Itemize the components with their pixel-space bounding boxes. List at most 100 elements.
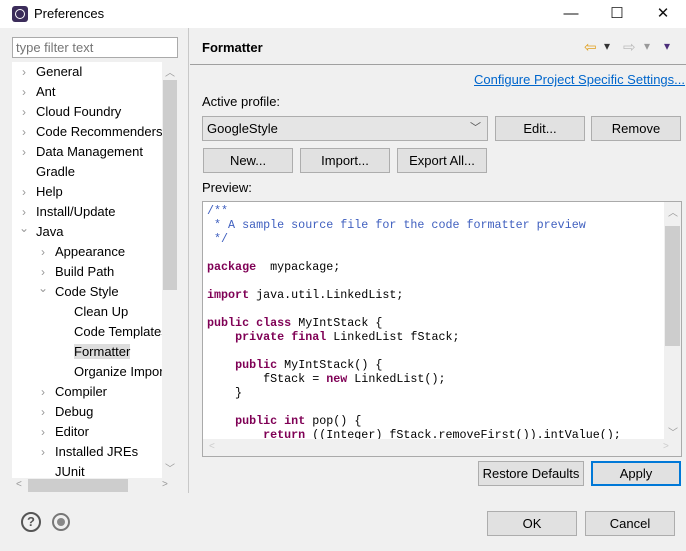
- chevron-right-icon[interactable]: ›: [37, 442, 49, 462]
- tree-item[interactable]: › Appearance: [31, 242, 125, 262]
- code-token: int: [284, 414, 306, 428]
- tree-item[interactable]: ⌄ Java: [12, 221, 64, 242]
- tree-item-label: Ant: [36, 84, 56, 99]
- code-line: public int pop() {: [207, 414, 621, 428]
- code-line: /**: [207, 204, 621, 218]
- tree-item-label: Code Templates: [74, 324, 168, 339]
- tree-item[interactable]: › Ant: [12, 82, 56, 102]
- tree-item[interactable]: Formatter: [50, 342, 131, 362]
- filter-input[interactable]: [12, 37, 178, 58]
- tree-item[interactable]: › Installed JREs: [31, 442, 138, 462]
- apply-button[interactable]: Apply: [591, 461, 681, 486]
- chevron-down-icon[interactable]: ⌄: [37, 278, 49, 298]
- code-line: fStack = new LinkedList();: [207, 372, 621, 386]
- tree-item-label: Data Management: [36, 144, 143, 159]
- chevron-right-icon[interactable]: ›: [37, 242, 49, 262]
- code-line: }: [207, 386, 621, 400]
- header-divider: [190, 64, 686, 65]
- import-button[interactable]: Import...: [300, 148, 390, 173]
- code-token: MyIntStack {: [291, 316, 383, 330]
- chevron-right-icon[interactable]: ›: [18, 62, 30, 82]
- tree-item-label: Build Path: [55, 264, 115, 279]
- code-token: MyIntStack() {: [277, 358, 383, 372]
- profile-value: GoogleStyle: [207, 121, 278, 136]
- tree-item[interactable]: › Data Management: [12, 142, 143, 162]
- tree-item[interactable]: › General: [12, 62, 82, 82]
- tree-item-label: General: [36, 64, 83, 79]
- remove-button[interactable]: Remove: [591, 116, 681, 141]
- tree-item[interactable]: JUnit: [31, 462, 85, 478]
- chevron-right-icon[interactable]: ›: [37, 402, 49, 422]
- maximize-button[interactable]: ☐: [594, 0, 640, 28]
- tree-scroll-thumb[interactable]: [163, 80, 177, 290]
- tree-item[interactable]: › Compiler: [31, 382, 107, 402]
- eclipse-app-icon: [12, 6, 28, 22]
- chevron-right-icon[interactable]: ›: [18, 142, 30, 162]
- ok-button[interactable]: OK: [487, 511, 577, 536]
- chevron-right-icon[interactable]: ›: [37, 422, 49, 442]
- chevron-right-icon[interactable]: ›: [18, 82, 30, 102]
- code-line: package mypackage;: [207, 260, 621, 274]
- chevron-right-icon[interactable]: ›: [18, 102, 30, 122]
- chevron-down-icon[interactable]: ⌄: [18, 218, 30, 238]
- tree-hscroll-thumb[interactable]: [28, 479, 128, 492]
- edit-button[interactable]: Edit...: [495, 116, 585, 141]
- forward-dropdown-icon[interactable]: ▾: [644, 39, 650, 53]
- code-token: class: [256, 316, 292, 330]
- code-preview[interactable]: /** * A sample source file for the code …: [202, 201, 682, 457]
- forward-arrow-icon[interactable]: ⇨: [623, 38, 636, 56]
- tree-item-label: Java: [36, 224, 64, 239]
- preview-vertical-scrollbar[interactable]: ︿ ﹀: [664, 202, 681, 440]
- new-profile-button[interactable]: New...: [203, 148, 293, 173]
- profile-select[interactable]: GoogleStyle ﹀: [202, 116, 488, 141]
- tree-item[interactable]: Code Templates: [50, 322, 168, 342]
- tree-item[interactable]: › Code Recommenders: [12, 122, 162, 142]
- tree-item-label: Cloud Foundry: [36, 104, 122, 119]
- tree-item[interactable]: › Cloud Foundry: [12, 102, 121, 122]
- help-icon[interactable]: ?: [21, 512, 41, 532]
- tree-item-label: Code Style: [55, 284, 119, 299]
- code-token: fStack =: [207, 372, 327, 386]
- close-button[interactable]: ✕: [640, 0, 686, 28]
- back-dropdown-icon[interactable]: ▾: [604, 39, 610, 53]
- import-export-icon[interactable]: [52, 513, 70, 531]
- configure-project-settings-link[interactable]: Configure Project Specific Settings...: [474, 72, 685, 87]
- code-line: */: [207, 232, 621, 246]
- tree-item[interactable]: › Editor: [31, 422, 89, 442]
- code-line: public MyIntStack() {: [207, 358, 621, 372]
- tree-item[interactable]: Gradle: [12, 162, 75, 182]
- restore-defaults-button[interactable]: Restore Defaults: [478, 461, 584, 486]
- code-line: public class MyIntStack {: [207, 316, 621, 330]
- chevron-right-icon[interactable]: ›: [18, 182, 30, 202]
- tree-item[interactable]: Clean Up: [50, 302, 128, 322]
- chevron-right-icon[interactable]: ›: [18, 122, 30, 142]
- preview-scroll-thumb[interactable]: [665, 226, 680, 346]
- tree-item[interactable]: › Help: [12, 182, 63, 202]
- chevron-down-icon: ﹀: [470, 122, 481, 134]
- cancel-button[interactable]: Cancel: [585, 511, 675, 536]
- code-token: import: [207, 288, 250, 302]
- code-token: LinkedList fStack;: [326, 330, 460, 344]
- tree-item[interactable]: › Debug: [31, 402, 93, 422]
- chevron-right-icon[interactable]: ›: [37, 382, 49, 402]
- minimize-button[interactable]: —: [548, 0, 594, 28]
- tree-item[interactable]: ⌄ Code Style: [31, 281, 119, 302]
- preview-code: /** * A sample source file for the code …: [207, 204, 621, 442]
- code-line: import java.util.LinkedList;: [207, 288, 621, 302]
- export-all-button[interactable]: Export All...: [397, 148, 487, 173]
- code-token: public: [235, 358, 278, 372]
- tree-item-label: Compiler: [55, 384, 108, 399]
- tree-item-label: Help: [36, 184, 63, 199]
- code-token: /**: [207, 204, 229, 218]
- back-arrow-icon[interactable]: ⇦: [584, 38, 597, 56]
- preview-horizontal-scrollbar[interactable]: < >: [203, 439, 681, 456]
- code-token: package: [207, 260, 257, 274]
- view-menu-icon[interactable]: ▾: [664, 39, 670, 53]
- panel-divider[interactable]: [188, 28, 189, 493]
- tree-item[interactable]: Organize Imports: [50, 362, 174, 382]
